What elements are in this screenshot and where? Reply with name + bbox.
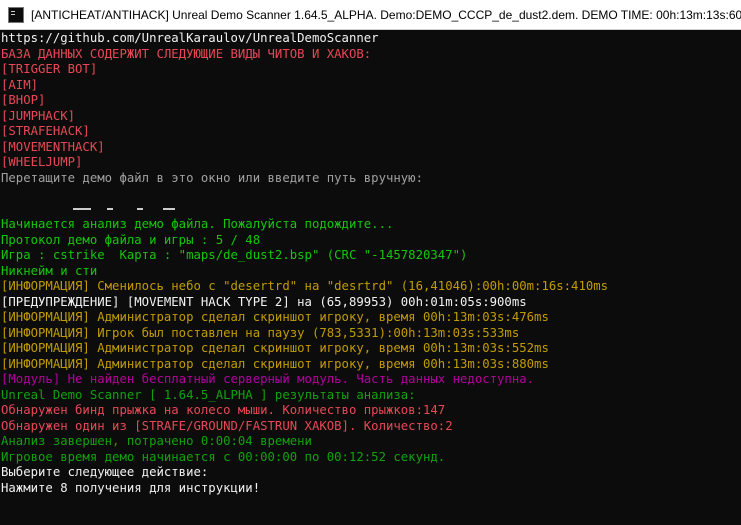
console-line: Игра : cstrike Карта : "maps/de_dust2.bs… — [1, 248, 468, 262]
console-line: БАЗА ДАННЫХ СОДЕРЖИТ СЛЕДУЮЩИЕ ВИДЫ ЧИТО… — [1, 46, 372, 61]
console-line: [ИНФОРМАЦИЯ] Администратор сделал скринш… — [1, 341, 549, 355]
artifact-stroke — [107, 207, 113, 210]
artifact-stroke — [163, 207, 175, 210]
title-bar[interactable]: [ANTICHEAT/ANTIHACK] Unreal Demo Scanner… — [0, 0, 741, 30]
console-line: Начинается анализ демо файла. Пожалуйста… — [1, 217, 394, 231]
console-app-icon — [8, 6, 24, 23]
console-line: Нажмите 8 получения для инструкции! — [1, 480, 261, 495]
console-line: Никнейм и сти — [1, 263, 98, 278]
console-line: [ИНФОРМАЦИЯ] Администратор сделал скринш… — [1, 310, 549, 324]
console-line: [WHEELJUMP] — [1, 155, 83, 169]
console-line: [Модуль] Не найден бесплатный серверный … — [1, 372, 535, 386]
console-line: [AIM] — [1, 77, 39, 92]
console-line: Обнаружен один из [STRAFE/GROUND/FASTRUN… — [1, 418, 453, 433]
console-line: [BHOP] — [1, 93, 46, 107]
console-line: [ИНФОРМАЦИЯ] Игрок был поставлен на пауз… — [1, 325, 520, 340]
console-line: Протокол демо файла и игры : 5 / 48 — [1, 232, 261, 247]
console-line: Игровое время демо начинается с 00:00:00… — [1, 449, 446, 464]
window-title: [ANTICHEAT/ANTIHACK] Unreal Demo Scanner… — [31, 7, 741, 22]
console-line: [ПРЕДУПРЕЖДЕНИЕ] [MOVEMENT HACK TYPE 2] … — [1, 294, 527, 309]
console-line: Перетащите демо файл в это окно или введ… — [1, 170, 423, 185]
console-line: Выберите следующее действие: — [1, 465, 209, 479]
console-line: [MOVEMENTHACK] — [1, 139, 105, 154]
console-render-artifact — [1, 202, 741, 218]
console-window: [ANTICHEAT/ANTIHACK] Unreal Demo Scanner… — [0, 0, 741, 525]
console-line: Анализ завершен, потрачено 0:00:04 време… — [1, 434, 312, 448]
console-line: Unreal Demo Scanner [ 1.64.5_ALPHA ] рез… — [1, 387, 416, 402]
console-output[interactable]: https://github.com/UnrealKaraulov/Unreal… — [1, 31, 741, 525]
console-line: [ИНФОРМАЦИЯ] Администратор сделал скринш… — [1, 356, 549, 371]
console-line: [ИНФОРМАЦИЯ] Сменилось небо с "desertrd"… — [1, 279, 609, 293]
console-line: [JUMPHACK] — [1, 108, 76, 123]
console-line: [TRIGGER BOT] — [1, 62, 98, 76]
artifact-stroke — [73, 207, 91, 210]
console-line: https://github.com/UnrealKaraulov/Unreal… — [1, 31, 379, 45]
console-line: [STRAFEHACK] — [1, 124, 90, 138]
artifact-stroke — [137, 207, 143, 210]
console-line: Обнаружен бинд прыжка на колесо мыши. Ко… — [1, 403, 446, 417]
